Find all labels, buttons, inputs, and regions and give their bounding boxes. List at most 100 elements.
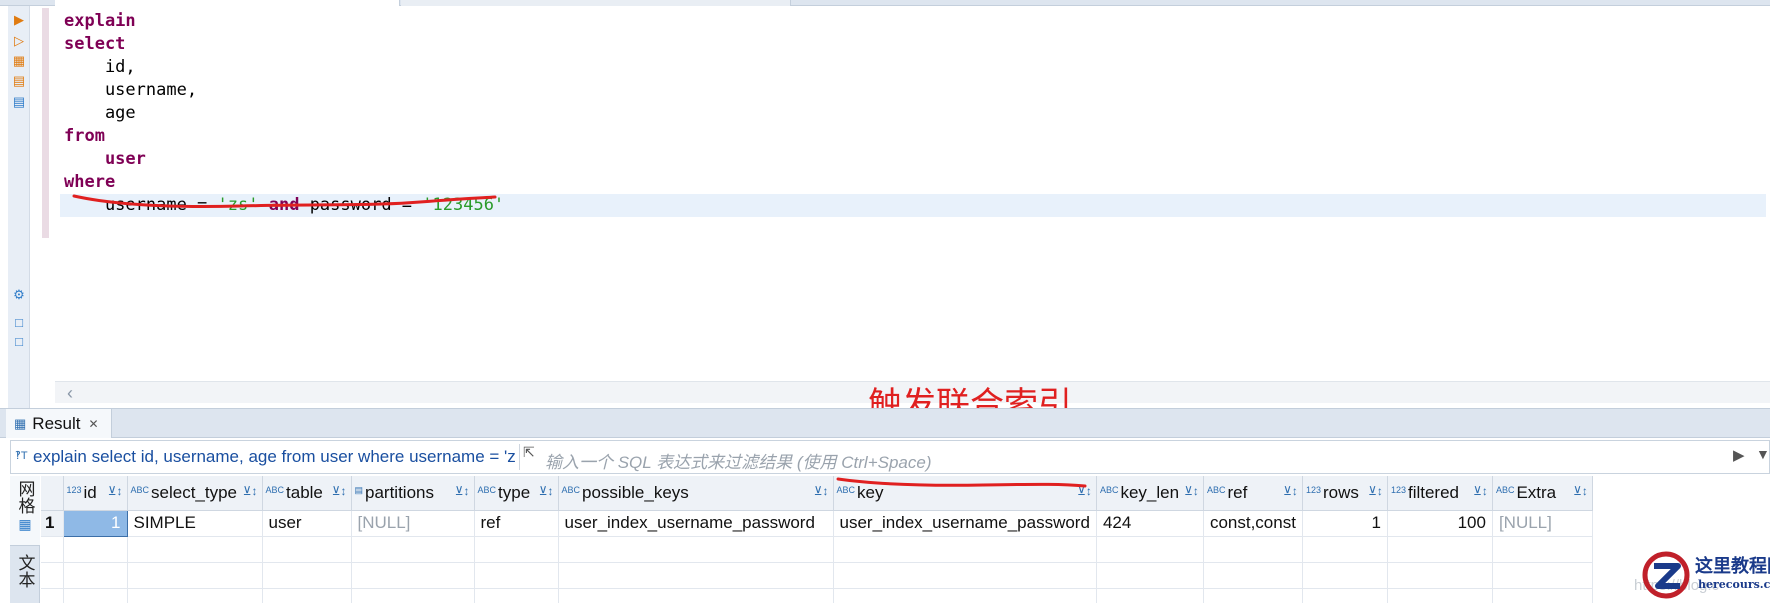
sort-filter-icon[interactable]: ⊻↕: [814, 484, 829, 498]
column-type-icon: 123: [1390, 484, 1406, 495]
scroll-left-icon[interactable]: ‹: [67, 382, 73, 404]
empty-cell: [1302, 536, 1388, 563]
settings-icon[interactable]: ⚙: [11, 287, 27, 303]
tab-result[interactable]: ▦ Result ✕: [6, 409, 112, 438]
empty-cell: [127, 562, 263, 589]
column-header-rows[interactable]: 123 rows ⊻↕: [1302, 476, 1388, 511]
cell-filtered[interactable]: 100: [1387, 510, 1493, 537]
column-header-select-type[interactable]: ABC select_type ⊻↕: [127, 476, 263, 511]
empty-cell: [262, 562, 352, 589]
code-token: age: [64, 103, 136, 123]
sort-filter-icon[interactable]: ⊻↕: [1077, 484, 1092, 498]
cell-table[interactable]: user: [262, 510, 352, 537]
cell-extra[interactable]: [NULL]: [1492, 510, 1593, 537]
explain-plan-icon[interactable]: ▦: [11, 53, 27, 69]
editor-tab-strip: [0, 0, 1770, 6]
sql-editor[interactable]: explain select id, username, age from user…: [60, 10, 1766, 217]
close-icon[interactable]: ✕: [88, 417, 98, 431]
column-header-extra[interactable]: ABC Extra ⊻↕: [1492, 476, 1593, 511]
empty-cell: [127, 536, 263, 563]
empty-cell: [1302, 562, 1388, 589]
code-token: id,: [64, 57, 136, 77]
cell-key[interactable]: user_index_username_password: [833, 510, 1097, 537]
site-logo: 这里教程网 herecours.com: [1640, 548, 1770, 600]
empty-cell: [351, 562, 475, 589]
column-header-partitions[interactable]: ▤ partitions ⊻↕: [351, 476, 475, 511]
filter-history-icon[interactable]: ▼: [1756, 446, 1770, 462]
column-name: possible_keys: [582, 482, 689, 502]
code-token: password =: [299, 195, 423, 215]
column-header-table[interactable]: ABC table ⊻↕: [262, 476, 352, 511]
code-line[interactable]: select: [64, 33, 1764, 56]
sort-filter-icon[interactable]: ⊻↕: [1368, 484, 1383, 498]
sort-filter-icon[interactable]: ⊻↕: [1283, 484, 1298, 498]
code-token: from: [64, 126, 105, 146]
execute-statement-icon[interactable]: ▶: [11, 12, 27, 28]
column-type-icon: ABC: [1495, 484, 1515, 495]
cell-type[interactable]: ref: [474, 510, 559, 537]
statement-marker: [42, 8, 49, 238]
sort-filter-icon[interactable]: ⊻↕: [108, 484, 123, 498]
code-line[interactable]: username,: [64, 79, 1764, 102]
empty-cell: [63, 536, 128, 563]
cell-partitions[interactable]: [NULL]: [351, 510, 475, 537]
cell-select-type[interactable]: SIMPLE: [127, 510, 263, 537]
empty-row: [41, 536, 1593, 563]
row-number[interactable]: 1: [41, 510, 64, 537]
empty-cell: [1096, 562, 1204, 589]
code-token: username =: [64, 195, 218, 215]
cell-id[interactable]: 1: [62, 509, 128, 537]
grid-corner[interactable]: [41, 476, 64, 511]
tab-result-label: Result: [32, 413, 81, 433]
code-line[interactable]: where: [64, 171, 1764, 194]
empty-cell: [474, 536, 559, 563]
empty-cell: [1203, 536, 1303, 563]
filter-input[interactable]: 输入一个 SQL 表达式来过滤结果 (使用 Ctrl+Space): [545, 448, 932, 473]
table-row[interactable]: 1 1 SIMPLE user [NULL] ref user_index_username…: [41, 509, 1593, 537]
code-line[interactable]: explain: [64, 10, 1764, 33]
apply-filter-icon[interactable]: ▶: [1733, 446, 1745, 464]
column-header-type[interactable]: ABC type ⊻↕: [474, 476, 559, 511]
sort-filter-icon[interactable]: ⊻↕: [1473, 484, 1488, 498]
column-header-key-len[interactable]: ABC key_len ⊻↕: [1096, 476, 1204, 511]
empty-cell: [1096, 536, 1204, 563]
column-header-ref[interactable]: ABC ref ⊻↕: [1203, 476, 1303, 511]
execute-script-icon[interactable]: ▷: [11, 33, 27, 49]
code-line[interactable]: user: [64, 148, 1764, 171]
column-header-possible-keys[interactable]: ABC possible_keys ⊻↕: [558, 476, 834, 511]
sort-filter-icon[interactable]: ⊻↕: [1573, 484, 1588, 498]
result-view-tabs: 网格 ▦ 文本: [10, 476, 40, 603]
cell-ref[interactable]: const,const: [1203, 510, 1303, 537]
code-line[interactable]: username = 'zs' and password = '123456': [60, 194, 1766, 217]
sort-filter-icon[interactable]: ⊻↕: [455, 484, 470, 498]
cell-possible-keys[interactable]: user_index_username_password: [558, 510, 834, 537]
sort-filter-icon[interactable]: ⊻↕: [539, 484, 554, 498]
code-token: select: [64, 34, 126, 54]
sort-filter-icon[interactable]: ⊻↕: [243, 484, 258, 498]
code-line[interactable]: age: [64, 102, 1764, 125]
expand-icon[interactable]: ⇱: [523, 444, 535, 461]
column-header-key[interactable]: ABC key ⊻↕: [833, 476, 1097, 511]
sort-filter-icon[interactable]: ⊻↕: [1184, 484, 1199, 498]
cell-rows[interactable]: 1: [1302, 510, 1388, 537]
column-type-icon: ABC: [836, 484, 856, 495]
column-header-filtered[interactable]: 123 filtered ⊻↕: [1387, 476, 1493, 511]
code-token: '123456': [422, 195, 505, 215]
save-file-icon[interactable]: □: [11, 315, 27, 331]
empty-cell: [1302, 588, 1388, 603]
export-icon[interactable]: ▤: [11, 94, 27, 110]
tab-text-view[interactable]: 文本: [10, 554, 40, 588]
empty-cell: [474, 562, 559, 589]
code-line[interactable]: from: [64, 125, 1764, 148]
editor-tab-active[interactable]: [55, 0, 400, 6]
code-line[interactable]: id,: [64, 56, 1764, 79]
empty-cell: [1492, 588, 1593, 603]
load-file-icon[interactable]: □: [11, 334, 27, 350]
load-plan-icon[interactable]: ▤: [11, 73, 27, 89]
sort-filter-icon[interactable]: ⊻↕: [332, 484, 347, 498]
tab-grid-view[interactable]: 网格 ▦: [10, 476, 40, 546]
filter-sql-text: explain select id, username, age from us…: [33, 447, 515, 466]
cell-key-len[interactable]: 424: [1096, 510, 1204, 537]
editor-tab-inactive[interactable]: [401, 0, 791, 6]
column-header-id[interactable]: 123 id ⊻↕: [63, 476, 128, 511]
